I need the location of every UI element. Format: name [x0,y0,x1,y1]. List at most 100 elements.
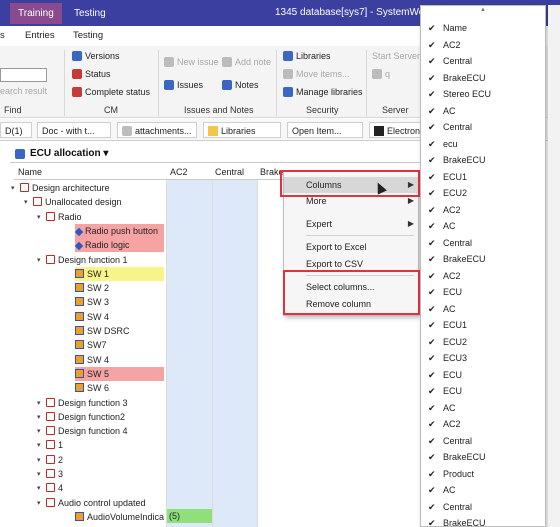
column-toggle-item[interactable]: ✔ BrakeECU [421,152,545,169]
expand-chevron-icon[interactable]: ▾ [37,470,41,478]
scroll-up-icon[interactable]: ▲ [421,7,545,13]
tree-row[interactable]: 2 [46,453,63,467]
expand-chevron-icon[interactable]: ▾ [37,499,41,507]
scrollbar[interactable] [548,5,560,527]
new-issue-button[interactable]: New issue [164,57,219,67]
column-toggle-item[interactable]: ✔ Central [421,499,545,516]
column-toggle-item[interactable]: ✔ ECU1 [421,169,545,186]
tree-row[interactable]: Audio control updated [46,496,146,510]
tree-row[interactable]: SW 4 [75,353,109,367]
server-q-button[interactable]: q [372,69,390,79]
column-toggle-item[interactable]: ✔ Name [421,20,545,37]
start-server-button[interactable]: Start Server [372,51,420,61]
tab-training[interactable]: Training [10,3,62,24]
tree-row[interactable]: SW7 [75,338,107,352]
column-toggle-item[interactable]: ✔ AC [421,218,545,235]
tab-testing[interactable]: Testing [66,3,114,24]
tree-row[interactable]: 4 [46,481,63,495]
menu-item-entries[interactable]: Entries [25,30,55,41]
expand-chevron-icon[interactable]: ▾ [24,198,28,206]
shortcut-d1[interactable]: D(1) [0,122,32,138]
column-header-central[interactable]: Central [215,167,244,177]
shortcut-doc[interactable]: Doc - with t... [37,122,111,138]
expand-chevron-icon[interactable]: ▾ [37,413,41,421]
column-toggle-item[interactable]: ✔ BrakeECU [421,515,545,527]
versions-button[interactable]: Versions [72,51,120,61]
tree-row[interactable]: Design function 4 [46,424,128,438]
tree-row[interactable]: SW 4 [75,310,109,324]
column-toggle-item[interactable]: ✔ ECU [421,383,545,400]
expand-chevron-icon[interactable]: ▾ [37,213,41,221]
shortcut-open-item[interactable]: Open Item... [287,122,363,138]
expand-chevron-icon[interactable]: ▾ [11,184,15,192]
tree-row[interactable]: 1 [46,438,63,452]
shortcut-libraries[interactable]: Libraries [203,122,281,138]
ac2-value-cell[interactable]: (5) [167,509,212,523]
tree-row[interactable]: Design architecture [20,181,110,195]
add-note-button[interactable]: Add note [222,57,271,67]
column-toggle-item[interactable]: ✔ ECU [421,284,545,301]
tree-row[interactable]: Radio push button [74,223,164,238]
tree-row[interactable]: Design function2 [46,410,125,424]
column-toggle-item[interactable]: ✔ AC [421,482,545,499]
column-toggle-item[interactable]: ✔ AC2 [421,202,545,219]
column-toggle-item[interactable]: ✔ ecu [421,136,545,153]
column-toggle-item[interactable]: ✔ BrakeECU [421,251,545,268]
status-button[interactable]: Status [72,69,111,79]
tree-row[interactable]: SW DSRC [75,324,130,338]
column-toggle-item[interactable]: ✔ AC [421,301,545,318]
column-toggle-item[interactable]: ✔ ECU3 [421,350,545,367]
tree-row[interactable]: 3 [46,467,63,481]
column-toggle-item[interactable]: ✔ Central [421,53,545,70]
column-toggle-item[interactable]: ✔ Product [421,466,545,483]
column-toggle-item[interactable]: ✔ Central [421,119,545,136]
tree-row[interactable]: Radio logic [74,238,164,253]
expand-chevron-icon[interactable]: ▾ [37,484,41,492]
tree-row[interactable]: SW 5 [75,366,164,381]
column-toggle-item[interactable]: ✔ ECU2 [421,334,545,351]
tree-row[interactable]: SW 1 [75,266,164,281]
ctx-export-excel[interactable]: Export to Excel [284,239,418,255]
tree-row[interactable]: Design function 1 [46,253,128,267]
menu-item-testing[interactable]: Testing [73,30,103,41]
column-toggle-item[interactable]: ✔ BrakeECU [421,70,545,87]
libraries-button[interactable]: Libraries [283,51,331,61]
column-toggle-item[interactable]: ✔ AC [421,103,545,120]
tree-row[interactable]: SW 2 [75,281,109,295]
column-toggle-item[interactable]: ✔ AC2 [421,37,545,54]
expand-chevron-icon[interactable]: ▾ [37,441,41,449]
expand-chevron-icon[interactable]: ▾ [37,256,41,264]
column-header-ac2[interactable]: AC2 [170,167,188,177]
shortcut-electron[interactable]: Electron [369,122,427,138]
tree-row[interactable]: Unallocated design [33,195,122,209]
search-input[interactable] [0,68,47,82]
column-toggle-item[interactable]: ✔ Central [421,235,545,252]
column-toggle-item[interactable]: ✔ AC2 [421,268,545,285]
tree-row[interactable]: AudioVolumeIndica [75,510,164,524]
expand-chevron-icon[interactable]: ▾ [37,427,41,435]
shortcut-attachments[interactable]: attachments... [117,122,197,138]
column-toggle-item[interactable]: ✔ Stereo ECU [421,86,545,103]
expand-chevron-icon[interactable]: ▾ [37,456,41,464]
column-toggle-item[interactable]: ✔ ECU1 [421,317,545,334]
issues-button[interactable]: Issues [164,80,203,90]
tree-row[interactable]: Radio [46,210,82,224]
tree-row[interactable]: SW 3 [75,295,109,309]
column-header-name[interactable]: Name [18,167,42,177]
column-toggle-item[interactable]: ✔ ECU [421,367,545,384]
move-items-button[interactable]: Move items... [283,69,350,79]
column-toggle-item[interactable]: ✔ ECU2 [421,185,545,202]
tree-row[interactable]: Design function 3 [46,396,128,410]
complete-status-button[interactable]: Complete status [72,87,150,97]
column-toggle-item[interactable]: ✔ BrakeECU [421,449,545,466]
ctx-expert[interactable]: Expert ▶ [284,216,418,232]
manage-libraries-button[interactable]: Manage libraries [283,87,363,97]
notes-button[interactable]: Notes [222,80,259,90]
tree-row[interactable]: SW 6 [75,381,109,395]
menu-item-s[interactable]: s [0,30,5,41]
column-toggle-item[interactable]: ✔ Central [421,433,545,450]
column-toggle-item[interactable]: ✔ AC2 [421,416,545,433]
panel-title[interactable]: ECU allocation ▾ [30,148,108,159]
column-toggle-item[interactable]: ✔ AC [421,400,545,417]
expand-chevron-icon[interactable]: ▾ [37,399,41,407]
